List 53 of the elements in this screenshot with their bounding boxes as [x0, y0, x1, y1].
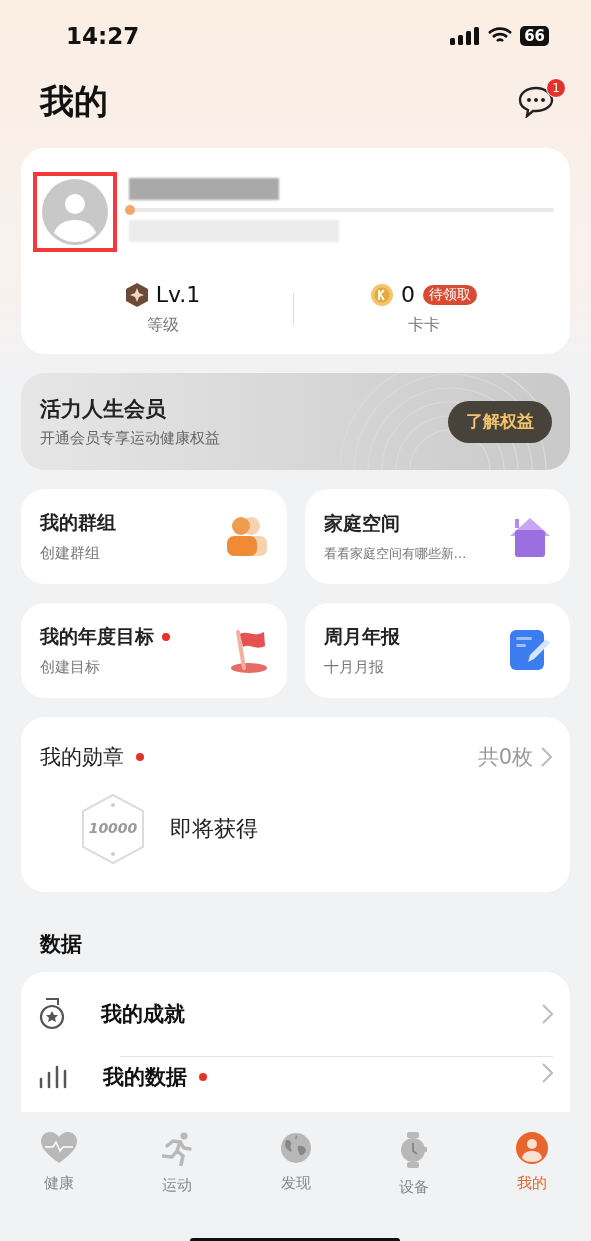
shortcut-card[interactable]: 周月年报 十月月报	[304, 603, 570, 698]
claim-badge[interactable]: 待领取	[423, 284, 477, 305]
shortcut-card[interactable]: 我的年度目标 创建目标	[21, 603, 287, 698]
level-label: 等级	[147, 315, 179, 336]
medal-status: 即将获得	[170, 815, 258, 843]
shortcut-title: 我的年度目标	[40, 624, 154, 649]
status-time: 14:27	[66, 23, 140, 49]
battery-level: 66	[520, 26, 549, 46]
heart-icon	[41, 1132, 78, 1164]
signal-icon	[450, 26, 481, 46]
medal-badge: 10000	[80, 793, 146, 865]
shortcut-card[interactable]: 我的群组 创建群组	[21, 489, 287, 584]
list-item[interactable]: 我的数据	[39, 1057, 553, 1107]
shortcut-title: 家庭空间	[323, 510, 400, 536]
medal-card[interactable]: 我的勋章 共0枚 10000 即将获得	[21, 717, 570, 892]
coin-icon	[371, 283, 393, 306]
list-item[interactable]: 我的成就	[39, 972, 553, 1056]
membership-title: 活力人生会员	[40, 396, 167, 423]
benefits-button[interactable]: 了解权益	[448, 400, 552, 443]
shortcut-subtitle: 看看家庭空间有哪些新…	[323, 544, 467, 563]
notepad-icon	[510, 629, 552, 672]
medal-icon	[39, 997, 65, 1031]
chat-icon[interactable]	[518, 86, 554, 118]
page-title: 我的	[40, 80, 108, 123]
medal-title: 我的勋章	[40, 744, 124, 771]
shortcut-title: 我的群组	[40, 510, 116, 535]
membership-subtitle: 开通会员专享运动健康权益	[40, 429, 220, 448]
shortcut-subtitle: 十月月报	[323, 658, 385, 677]
chevron-right-icon	[542, 1004, 553, 1024]
globe-icon	[279, 1132, 312, 1164]
item-title: 我的成就	[101, 1001, 185, 1028]
level-badge-icon	[125, 282, 148, 307]
chevron-right-icon	[542, 1063, 553, 1083]
shortcut-subtitle: 创建群组	[40, 544, 101, 563]
coin-label: 卡卡	[408, 315, 440, 336]
coin-value: 0	[401, 282, 415, 307]
shortcut-title: 周月年报	[323, 624, 400, 649]
house-icon	[508, 515, 552, 558]
running-icon	[162, 1132, 193, 1166]
section-title: 数据	[40, 931, 83, 958]
shortcut-card[interactable]: 家庭空间 看看家庭空间有哪些新…	[304, 489, 570, 584]
membership-banner[interactable]: 活力人生会员 开通会员专享运动健康权益 了解权益	[21, 373, 570, 470]
level-value: Lv.1	[155, 282, 201, 307]
shortcut-subtitle: 创建目标	[40, 658, 101, 677]
people-icon	[224, 515, 269, 558]
watch-icon	[400, 1132, 427, 1168]
item-title: 我的数据	[103, 1064, 187, 1091]
notification-badge: 1	[546, 78, 566, 98]
chevron-right-icon	[541, 747, 552, 767]
medal-count: 共0枚	[477, 744, 533, 771]
bar-chart-icon	[39, 1063, 67, 1089]
flag-icon	[228, 627, 269, 674]
profile-icon	[515, 1132, 548, 1164]
